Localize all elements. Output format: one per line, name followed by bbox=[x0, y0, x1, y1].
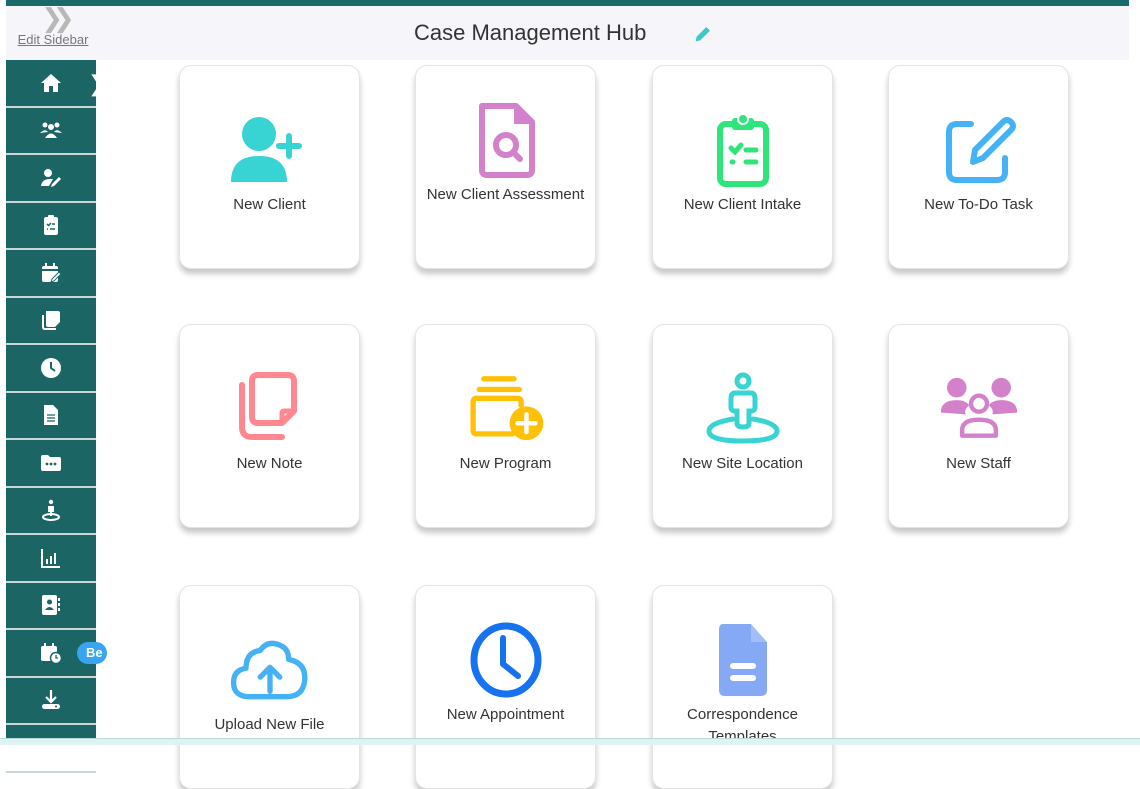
file-search-icon bbox=[466, 102, 546, 178]
new-appointment-card[interactable]: New Appointment bbox=[415, 585, 596, 789]
cloud-upload-icon bbox=[230, 632, 310, 708]
card-label: New To-Do Task bbox=[924, 196, 1033, 213]
card-label: New Appointment bbox=[446, 706, 565, 723]
document-lines-icon bbox=[703, 622, 783, 698]
sidebar-item-documents[interactable] bbox=[6, 393, 96, 440]
notes-stack-icon bbox=[230, 371, 310, 447]
notes-icon bbox=[42, 311, 60, 331]
new-client-assessment-card[interactable]: New Client Assessment bbox=[415, 65, 596, 269]
contact-book-icon bbox=[42, 595, 60, 616]
double-chevron-right-icon: ❯❯ bbox=[41, 4, 75, 34]
clock-icon bbox=[466, 622, 546, 698]
sidebar-item-tasks[interactable] bbox=[6, 250, 96, 298]
sidebar-item-intake[interactable] bbox=[6, 203, 96, 250]
clock-icon bbox=[41, 357, 61, 378]
card-label: New Client Intake bbox=[683, 196, 802, 213]
edit-sidebar-label: Edit Sidebar bbox=[17, 32, 89, 47]
card-label: New Client Assessment bbox=[426, 186, 585, 203]
staff-group-icon bbox=[939, 371, 1019, 447]
sidebar-item-programs[interactable] bbox=[6, 440, 96, 488]
card-label: New Site Location bbox=[682, 455, 803, 472]
new-note-card[interactable]: New Note bbox=[179, 324, 360, 528]
sidebar-item-notes[interactable] bbox=[6, 298, 96, 345]
user-edit-icon bbox=[41, 168, 61, 187]
sidebar-badge[interactable]: Be bbox=[77, 642, 107, 664]
clipboard-list-icon bbox=[703, 112, 783, 188]
bottom-bar bbox=[0, 738, 1140, 745]
new-client-intake-card[interactable]: New Client Intake bbox=[652, 65, 833, 269]
sidebar-item-time[interactable] bbox=[6, 345, 96, 393]
user-plus-icon bbox=[230, 112, 310, 188]
folder-more-icon bbox=[41, 454, 61, 471]
calendar-clock-icon bbox=[41, 642, 63, 664]
sidebar-item-home[interactable]: ❯ bbox=[6, 60, 106, 108]
download-icon bbox=[42, 690, 60, 710]
clipboard-check-icon bbox=[44, 215, 58, 236]
folder-plus-icon bbox=[466, 371, 546, 447]
correspondence-templates-card[interactable]: Correspondence Templates bbox=[652, 585, 833, 789]
sidebar-item-site-locations[interactable] bbox=[6, 488, 96, 535]
page-title: Case Management Hub bbox=[414, 20, 647, 45]
calendar-edit-icon bbox=[42, 262, 62, 283]
edit-square-icon bbox=[939, 112, 1019, 188]
sidebar-item-staff[interactable] bbox=[6, 725, 96, 773]
edit-sidebar-button[interactable]: ❯❯ Edit Sidebar bbox=[8, 4, 98, 47]
sidebar-item-contacts[interactable] bbox=[6, 583, 96, 630]
sidebar-item-reports[interactable] bbox=[6, 535, 96, 583]
card-label: New Program bbox=[459, 455, 552, 472]
card-label: Upload New File bbox=[214, 716, 325, 733]
new-client-card[interactable]: New Client bbox=[179, 65, 360, 269]
document-icon bbox=[44, 405, 58, 426]
new-site-location-card[interactable]: New Site Location bbox=[652, 324, 833, 528]
new-program-card[interactable]: New Program bbox=[415, 324, 596, 528]
sidebar-item-clients[interactable] bbox=[6, 108, 96, 155]
chevron-right-icon[interactable]: ❯ bbox=[88, 72, 106, 97]
card-label: New Client bbox=[233, 196, 306, 213]
users-group-icon bbox=[40, 122, 62, 139]
home-icon bbox=[41, 73, 61, 92]
location-person-icon bbox=[703, 371, 783, 447]
sidebar-item-appointments[interactable]: Be bbox=[6, 630, 107, 678]
sidebar: ❯ Be bbox=[6, 60, 107, 773]
card-label: New Staff bbox=[946, 455, 1011, 472]
pencil-icon[interactable] bbox=[692, 23, 714, 45]
upload-new-file-card[interactable]: Upload New File bbox=[179, 585, 360, 789]
bar-chart-icon bbox=[41, 548, 60, 568]
location-person-icon bbox=[42, 500, 60, 522]
sidebar-item-downloads[interactable] bbox=[6, 678, 96, 725]
new-staff-card[interactable]: New Staff bbox=[888, 324, 1069, 528]
card-label: New Note bbox=[236, 455, 303, 472]
sidebar-item-client-assessment[interactable] bbox=[6, 155, 96, 203]
new-todo-task-card[interactable]: New To-Do Task bbox=[888, 65, 1069, 269]
